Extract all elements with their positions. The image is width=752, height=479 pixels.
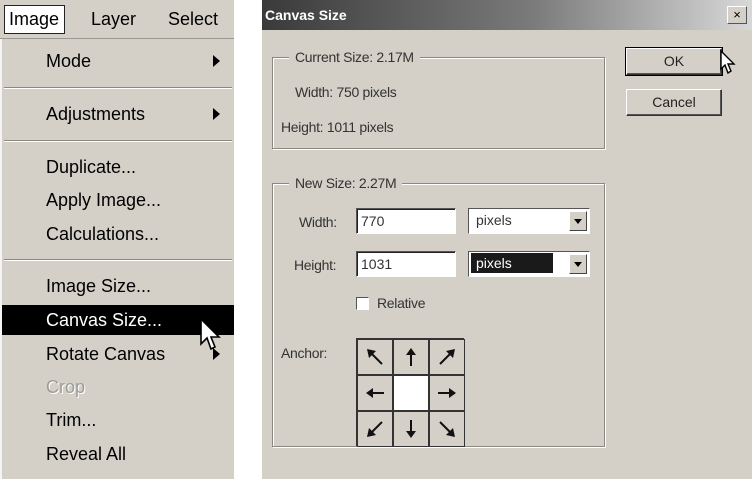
width-label: Width: [299, 214, 337, 230]
menu-item-label: Mode [46, 51, 92, 71]
menu-separator [4, 140, 232, 142]
menu-item-label: Crop [46, 377, 86, 397]
height-unit-select[interactable]: pixels [468, 251, 590, 277]
anchor-se[interactable] [429, 411, 465, 447]
arrow-ne-icon [439, 349, 455, 365]
menu-item-label: Rotate Canvas [46, 344, 166, 364]
menu-item-label: Adjustments [46, 104, 146, 124]
width-unit-value: pixels [476, 212, 512, 228]
menu-separator [4, 87, 232, 89]
menubar-select[interactable]: Select [168, 9, 218, 30]
menu-item-duplicate[interactable]: Duplicate... [2, 152, 234, 182]
menu-item-label: Canvas Size... [46, 310, 163, 330]
menu-item-adjustments[interactable]: Adjustments [2, 99, 234, 129]
menu-item-label: Trim... [46, 410, 97, 430]
anchor-sw[interactable] [357, 411, 393, 447]
anchor-label: Anchor: [281, 345, 328, 361]
arrow-nw-icon [367, 349, 383, 365]
menu-separator [4, 259, 232, 261]
menu-item-calculations[interactable]: Calculations... [2, 219, 234, 249]
current-size-group: Current Size: 2.17M Width: 750 pixels He… [272, 49, 605, 149]
dropdown-arrow-icon[interactable] [569, 211, 587, 231]
menubar: Image Layer Select [0, 0, 234, 39]
dialog-title: Canvas Size [265, 7, 347, 23]
ok-button[interactable]: OK [625, 47, 723, 76]
dropdown-arrow-icon[interactable] [569, 254, 587, 274]
width-unit-select[interactable]: pixels [468, 208, 590, 234]
menu-item-label: Duplicate... [46, 157, 137, 177]
menu-item-label: Image Size... [46, 276, 152, 296]
menu-item-apply-image[interactable]: Apply Image... [2, 185, 234, 215]
cancel-button[interactable]: Cancel [626, 89, 722, 116]
anchor-nw[interactable] [357, 339, 393, 375]
menu-item-reveal-all[interactable]: Reveal All [2, 439, 234, 469]
menu-item-label: Reveal All [46, 444, 127, 464]
image-menu-dropdown: Mode Adjustments Duplicate... Apply Imag… [0, 39, 234, 479]
current-height-text: Height: 1011 pixels [281, 119, 394, 135]
menubar-image[interactable]: Image [4, 5, 66, 34]
menu-item-crop: Crop [2, 372, 234, 402]
height-input[interactable]: 1031 [356, 251, 456, 277]
width-input[interactable]: 770 [356, 208, 456, 234]
menubar-layer[interactable]: Layer [91, 9, 136, 30]
mouse-pointer-icon [720, 50, 736, 75]
anchor-center[interactable] [393, 375, 429, 411]
relative-label: Relative [377, 295, 426, 311]
menu-item-image-size[interactable]: Image Size... [2, 271, 234, 301]
image-menu-panel: Image Layer Select Mode Adjustments Dupl… [0, 0, 234, 479]
submenu-arrow-icon [213, 55, 220, 67]
anchor-e[interactable] [429, 375, 465, 411]
submenu-arrow-icon [213, 108, 220, 120]
menu-item-mode[interactable]: Mode [2, 46, 234, 76]
arrow-e-icon [438, 388, 456, 398]
current-width-text: Width: 750 pixels [295, 84, 397, 100]
new-size-legend: New Size: 2.27M [289, 175, 403, 191]
height-label: Height: [294, 257, 337, 273]
menu-item-label: Calculations... [46, 224, 160, 244]
relative-checkbox[interactable] [356, 297, 369, 310]
arrow-w-icon [366, 388, 384, 398]
height-unit-value: pixels [471, 253, 553, 273]
arrow-s-icon [406, 420, 416, 438]
close-button[interactable]: × [727, 6, 747, 24]
mouse-pointer-icon [200, 318, 221, 351]
menu-item-trim[interactable]: Trim... [2, 405, 234, 435]
arrow-sw-icon [367, 421, 383, 437]
anchor-s[interactable] [393, 411, 429, 447]
anchor-grid [356, 338, 465, 447]
anchor-ne[interactable] [429, 339, 465, 375]
anchor-n[interactable] [393, 339, 429, 375]
arrow-se-icon [439, 421, 455, 437]
new-size-group: New Size: 2.27M Width: 770 pixels Height… [272, 175, 605, 447]
current-size-legend: Current Size: 2.17M [289, 49, 420, 65]
menu-item-label: Apply Image... [46, 190, 162, 210]
dialog-titlebar[interactable]: Canvas Size × [262, 0, 752, 30]
canvas-size-dialog: Canvas Size × Current Size: 2.17M Width:… [262, 0, 752, 479]
arrow-n-icon [406, 348, 416, 366]
anchor-w[interactable] [357, 375, 393, 411]
